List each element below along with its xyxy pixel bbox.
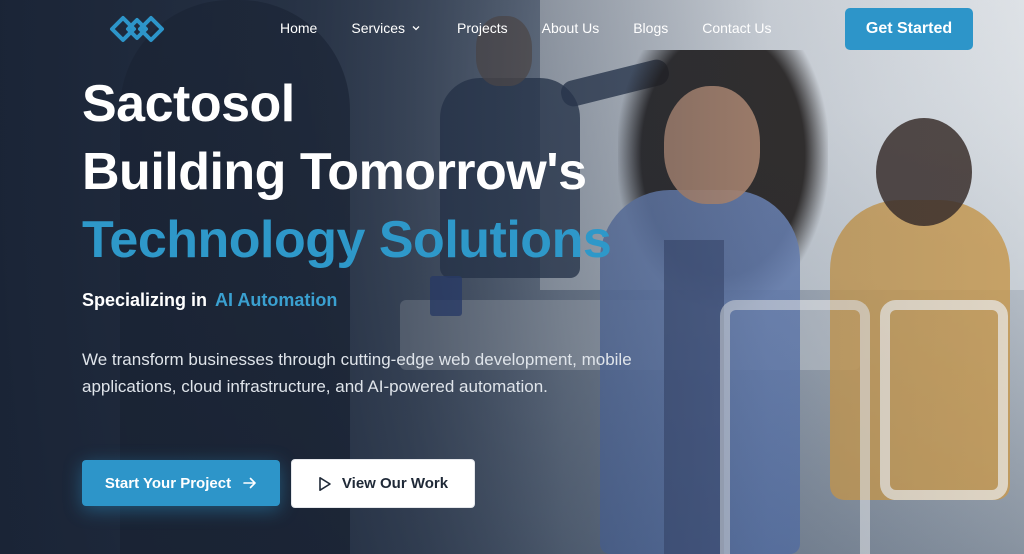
chevron-down-icon bbox=[412, 26, 420, 31]
nav-blogs[interactable]: Blogs bbox=[633, 20, 668, 36]
play-icon bbox=[318, 476, 332, 492]
nav-services[interactable]: Services bbox=[351, 20, 421, 36]
specializing-value: AI Automation bbox=[215, 290, 338, 310]
specializing-line: Specializing in AI Automation bbox=[82, 290, 337, 311]
start-your-project-button[interactable]: Start Your Project bbox=[82, 460, 280, 506]
get-started-button[interactable]: Get Started bbox=[845, 8, 973, 50]
view-our-work-label: View Our Work bbox=[341, 475, 449, 492]
nav-projects[interactable]: Projects bbox=[457, 20, 508, 36]
arrow-right-icon bbox=[243, 477, 257, 489]
navbar: Home Services Projects About Us Blogs Co… bbox=[0, 0, 1024, 58]
specializing-prefix: Specializing in bbox=[82, 290, 208, 310]
hero-title: Sactosol Building Tomorrow's Technology … bbox=[82, 70, 612, 274]
nav-contact-us[interactable]: Contact Us bbox=[702, 20, 771, 36]
nav-home[interactable]: Home bbox=[280, 20, 317, 36]
nav-services-label: Services bbox=[351, 20, 406, 36]
hero-description: We transform businesses through cutting-… bbox=[82, 350, 632, 396]
main-nav: Home Services Projects About Us Blogs Co… bbox=[280, 20, 806, 36]
start-your-project-label: Start Your Project bbox=[104, 474, 232, 492]
hero-title-accent: Technology Solutions bbox=[82, 211, 612, 269]
logo[interactable] bbox=[106, 12, 168, 46]
view-our-work-button[interactable]: View Our Work bbox=[291, 459, 475, 508]
hero-title-line: Building Tomorrow's bbox=[82, 143, 587, 201]
linked-puzzle-logo-icon bbox=[110, 16, 164, 42]
hero-title-brand: Sactosol bbox=[82, 75, 295, 133]
nav-about-us[interactable]: About Us bbox=[542, 20, 600, 36]
